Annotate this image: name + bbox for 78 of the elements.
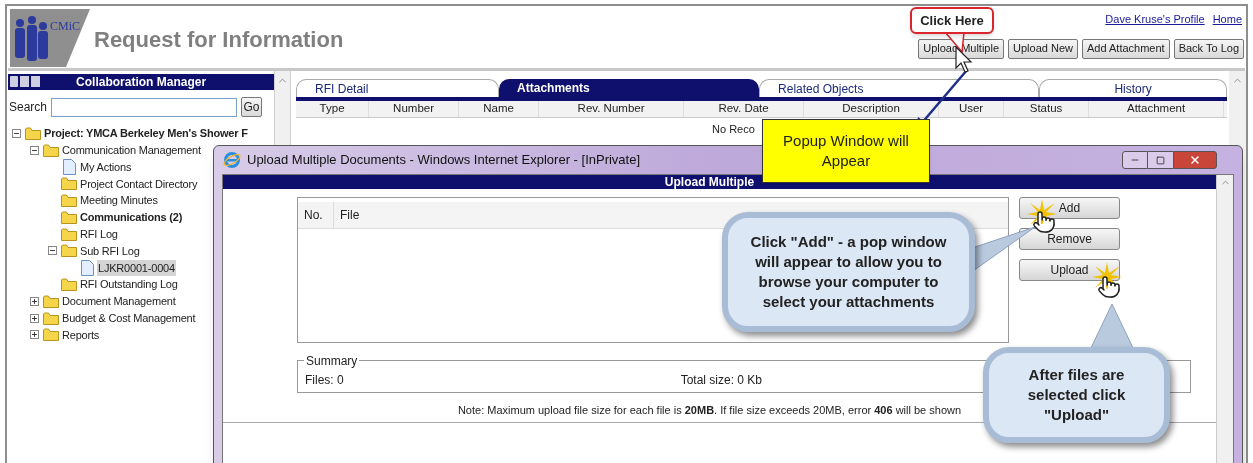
tree-item[interactable]: Communications (2): [79, 209, 184, 226]
tab[interactable]: Attachments: [499, 79, 760, 97]
expand-icon[interactable]: [30, 330, 39, 340]
window-title: Upload Multiple Documents - Windows Internet Explorer - [InPrivate]: [247, 151, 641, 170]
folder-icon: [61, 194, 77, 208]
header-link[interactable]: Dave Kruse's Profile: [1105, 11, 1205, 28]
document-icon: [62, 159, 76, 175]
folder-icon: [43, 311, 59, 325]
hand-pointer-icon: [1032, 210, 1056, 234]
folder-icon: [43, 143, 59, 157]
files-count: Files: 0: [305, 372, 344, 389]
column-header[interactable]: Number: [369, 101, 460, 117]
column-header[interactable]: No.: [298, 202, 334, 228]
tree-item[interactable]: Document Management: [61, 293, 177, 310]
toolbar-button[interactable]: Back To Log: [1173, 38, 1244, 59]
toolbar-button[interactable]: Add Attachment: [1082, 38, 1170, 59]
tab[interactable]: Related Objects: [759, 79, 1040, 97]
dialog-button[interactable]: Add: [1019, 197, 1120, 219]
dialog-header: Upload Multiple: [223, 175, 1216, 189]
column-header[interactable]: Type: [296, 101, 370, 117]
callout-bubble: After files are selected click "Upload": [983, 347, 1170, 443]
tab[interactable]: RFI Detail: [296, 79, 500, 97]
expand-icon[interactable]: [30, 296, 39, 306]
folder-icon: [43, 294, 59, 308]
dialog-button[interactable]: Upload: [1019, 259, 1120, 281]
people-logo-icon: [10, 9, 90, 67]
folder-icon: [61, 227, 77, 241]
go-button[interactable]: Go: [241, 97, 263, 117]
callout-bubble: Click "Add" - a pop window will appear to allow you to browse your computer to select your attachments: [722, 212, 975, 332]
folder-icon: [61, 177, 77, 191]
panel-controls-icon[interactable]: [10, 76, 40, 87]
tree-item[interactable]: Sub RFI Log: [79, 242, 141, 260]
logo-text: CMiC: [50, 18, 80, 35]
document-icon: [80, 259, 94, 276]
tree-item[interactable]: Budget & Cost Management: [61, 309, 197, 327]
tree-item[interactable]: Project Contact Directory: [79, 175, 199, 193]
total-size: Total size: 0 Kb: [680, 372, 762, 389]
folder-icon: [61, 278, 77, 292]
folder-icon: [61, 210, 77, 224]
expand-icon[interactable]: [30, 313, 39, 323]
scrollbar[interactable]: [1216, 175, 1233, 463]
page-title: Request for Information: [94, 26, 344, 54]
column-header[interactable]: Attachment: [1089, 101, 1225, 117]
panel-title: Collaboration Manager: [76, 74, 207, 91]
tree-item[interactable]: RFI Outstanding Log: [79, 276, 179, 293]
tree-item[interactable]: Reports: [61, 326, 101, 344]
tree-item[interactable]: My Actions: [79, 158, 133, 176]
column-header[interactable]: Name: [459, 101, 540, 117]
tree-item[interactable]: Project: YMCA Berkeley Men's Shower F: [43, 125, 249, 142]
close-icon[interactable]: [1173, 151, 1217, 169]
hand-pointer-icon: [1097, 275, 1121, 299]
search-label: Search: [9, 99, 48, 116]
folder-icon: [61, 244, 77, 258]
column-header[interactable]: Status: [1004, 101, 1090, 117]
collapse-icon[interactable]: [48, 246, 57, 256]
header-link[interactable]: Home: [1212, 11, 1242, 28]
maximize-icon[interactable]: [1148, 151, 1173, 169]
collapse-icon[interactable]: [12, 128, 21, 138]
tree-item[interactable]: Meeting Minutes: [79, 192, 159, 209]
empty-message: No Reco: [712, 122, 755, 137]
tree-item[interactable]: RFI Log: [79, 225, 119, 243]
column-header[interactable]: Rev. Number: [539, 101, 685, 117]
folder-icon: [43, 328, 59, 342]
collapse-icon[interactable]: [30, 145, 39, 155]
minimize-icon[interactable]: [1122, 151, 1148, 169]
toolbar-button[interactable]: Upload New: [1008, 38, 1078, 59]
browser-icon: [223, 151, 241, 169]
tree-item[interactable]: LJKR0001-0004: [97, 259, 176, 276]
column-header[interactable]: User: [939, 101, 1005, 117]
tree-item[interactable]: Communication Management: [61, 141, 202, 159]
column-header[interactable]: Rev. Date: [684, 101, 805, 117]
dialog-button[interactable]: Remove: [1019, 228, 1120, 250]
search-field[interactable]: [51, 97, 238, 117]
note-box: Popup Window will Appear: [762, 119, 930, 183]
upload-note: Note: Maximum upload file size for each file is 20MB. If file size exceeds 20MB, error 406 will be shown: [457, 403, 962, 418]
folder-icon: [25, 126, 41, 140]
column-header[interactable]: Description: [804, 101, 940, 117]
tab[interactable]: History: [1039, 79, 1228, 97]
